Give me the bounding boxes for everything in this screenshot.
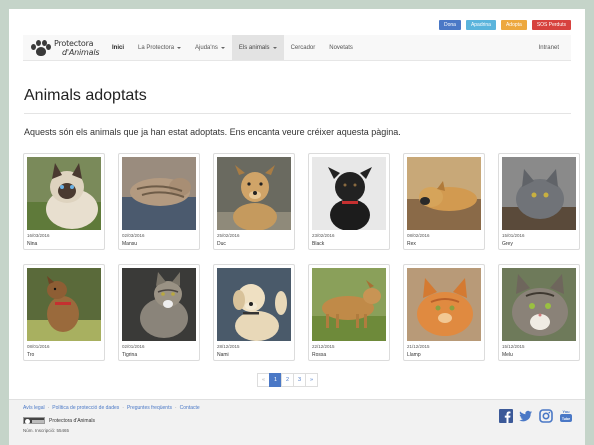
adoption-date: 28/12/2015 xyxy=(217,344,240,349)
intro-text: Aquests són els animals que ja han estat… xyxy=(24,127,401,137)
animal-photo[interactable] xyxy=(312,268,386,341)
animal-card[interactable]: 02/01/2016 Tigrina xyxy=(118,264,200,361)
animal-name[interactable]: Melu xyxy=(502,352,513,358)
adoption-date: 02/03/2016 xyxy=(122,233,145,238)
svg-text:Tube: Tube xyxy=(562,417,570,421)
animal-card[interactable]: 16/03/2016 Nina xyxy=(23,153,105,250)
animal-name[interactable]: Nami xyxy=(217,352,229,358)
animal-card[interactable]: 08/02/2016 Rex xyxy=(403,153,485,250)
animal-name[interactable]: Rossa xyxy=(312,352,326,358)
adoption-date: 21/12/2015 xyxy=(407,344,430,349)
animal-name[interactable]: Black xyxy=(312,241,324,247)
instagram-icon[interactable] xyxy=(539,409,553,428)
animal-name[interactable]: Mansu xyxy=(122,241,137,247)
paw-icon xyxy=(31,39,51,57)
social-links: You Tube xyxy=(499,409,573,428)
footer: Avís legal · Política de protecció de da… xyxy=(9,399,585,445)
separator: · xyxy=(122,405,124,411)
nav-item-help-us[interactable]: Ajuda'ns xyxy=(188,35,232,60)
nav-item-intranet[interactable]: Intranet xyxy=(539,45,571,51)
nav-menu: Inici La Protectora Ajuda'ns Els animals… xyxy=(105,35,360,60)
privacy-policy-link[interactable]: Política de protecció de dades xyxy=(52,405,119,411)
animal-photo[interactable] xyxy=(312,157,386,230)
animal-photo[interactable] xyxy=(27,268,101,341)
animal-name[interactable]: Llamp xyxy=(407,352,421,358)
utility-bar: Dona Apadrina Adopta SOS Perduts xyxy=(438,20,571,30)
nav-item-home[interactable]: Inici xyxy=(105,35,131,60)
animal-name[interactable]: Tigrina xyxy=(122,352,137,358)
brand-name: Protectora d'Animals xyxy=(54,38,100,57)
adoption-date: 15/01/2016 xyxy=(502,233,525,238)
footer-links: Avís legal · Política de protecció de da… xyxy=(23,405,200,411)
contact-link[interactable]: Contacte xyxy=(180,405,200,411)
donate-button[interactable]: Dona xyxy=(438,20,461,30)
animal-card[interactable]: 23/02/2016 Black xyxy=(308,153,390,250)
nav-item-search[interactable]: Cercador xyxy=(284,35,323,60)
adoption-date: 15/12/2015 xyxy=(502,344,525,349)
separator: · xyxy=(47,405,50,411)
caret-down-icon xyxy=(220,46,225,49)
nav-item-news[interactable]: Novetats xyxy=(322,35,360,60)
animal-photo[interactable] xyxy=(122,157,196,230)
separator: · xyxy=(174,405,177,411)
animal-name[interactable]: Rex xyxy=(407,241,416,247)
animal-photo[interactable] xyxy=(502,157,576,230)
adoption-date: 23/02/2016 xyxy=(312,233,335,238)
adoption-date: 22/12/2015 xyxy=(312,344,335,349)
adoption-date: 02/01/2016 xyxy=(122,344,145,349)
youtube-icon[interactable]: You Tube xyxy=(559,409,573,428)
next-page-button[interactable]: » xyxy=(305,373,318,387)
animal-name[interactable]: Tro xyxy=(27,352,34,358)
registry-number: Núm. Inscripció: 55465 xyxy=(23,428,70,433)
animal-name[interactable]: Grey xyxy=(502,241,513,247)
twitter-icon[interactable] xyxy=(519,409,533,428)
animal-card[interactable]: 15/01/2016 Grey xyxy=(498,153,580,250)
animal-card[interactable]: 15/12/2015 Melu xyxy=(498,264,580,361)
animal-card[interactable]: 02/03/2016 Mansu xyxy=(118,153,200,250)
animal-card[interactable]: 22/12/2015 Rossa xyxy=(308,264,390,361)
animal-photo[interactable] xyxy=(502,268,576,341)
page-frame: Dona Apadrina Adopta SOS Perduts Protect… xyxy=(9,9,585,445)
nav-item-animals[interactable]: Els animals xyxy=(231,35,284,60)
footer-org-name: Protectora d'Animals xyxy=(49,418,95,424)
adoption-date: 25/02/2016 xyxy=(217,233,240,238)
nav-item-la-protectora[interactable]: La Protectora xyxy=(131,35,188,60)
adoption-date: 08/01/2016 xyxy=(27,344,50,349)
legal-notice-link[interactable]: Avís legal xyxy=(23,405,45,411)
animal-photo[interactable] xyxy=(407,157,481,230)
pagination: « 1 2 3 » xyxy=(257,373,318,387)
animal-card[interactable]: 21/12/2015 Llamp xyxy=(403,264,485,361)
caret-down-icon xyxy=(177,46,182,49)
svg-text:You: You xyxy=(562,409,570,414)
animal-name[interactable]: Duc xyxy=(217,241,226,247)
animal-photo[interactable] xyxy=(27,157,101,230)
animal-card[interactable]: 08/01/2016 Tro xyxy=(23,264,105,361)
animal-photo[interactable] xyxy=(407,268,481,341)
animal-card[interactable]: 28/12/2015 Nami xyxy=(213,264,295,361)
adoption-date: 16/03/2016 xyxy=(27,233,50,238)
animal-card[interactable]: 25/02/2016 Duc xyxy=(213,153,295,250)
adopt-button[interactable]: Adopta xyxy=(500,20,527,30)
caret-down-icon xyxy=(272,46,277,49)
divider xyxy=(24,113,571,114)
animal-photo[interactable] xyxy=(217,157,291,230)
facebook-icon[interactable] xyxy=(499,409,513,428)
adoption-date: 08/02/2016 xyxy=(407,233,430,238)
faq-link[interactable]: Preguntes freqüents xyxy=(127,405,172,411)
brand-logo[interactable]: Protectora d'Animals xyxy=(23,35,105,60)
creative-commons-badge[interactable] xyxy=(23,417,45,424)
animal-photo[interactable] xyxy=(122,268,196,341)
animal-photo[interactable] xyxy=(217,268,291,341)
lost-pets-button[interactable]: SOS Perduts xyxy=(531,20,571,30)
sponsor-button[interactable]: Apadrina xyxy=(465,20,496,30)
navbar: Protectora d'Animals Inici La Protectora… xyxy=(23,35,571,61)
animal-name[interactable]: Nina xyxy=(27,241,37,247)
page-title: Animals adoptats xyxy=(24,87,147,104)
